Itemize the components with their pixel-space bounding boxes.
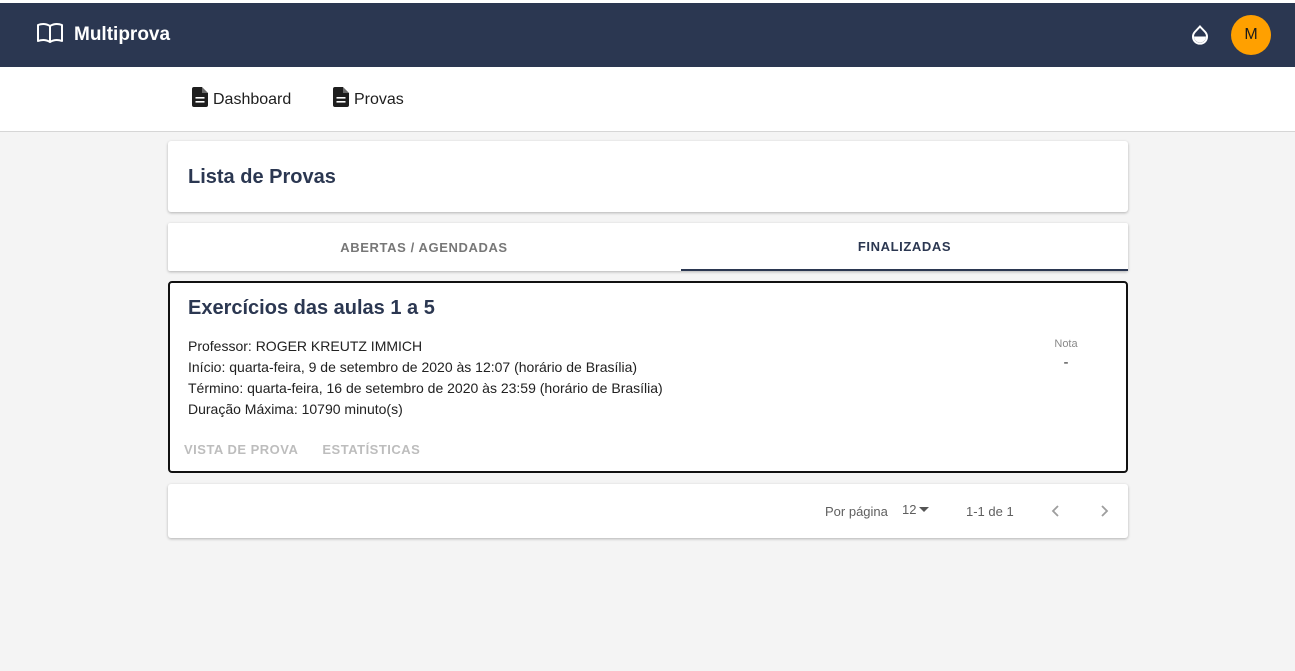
pagination-bar: Por página 12 1-1 de 1	[168, 484, 1128, 538]
document-icon	[333, 87, 354, 112]
grade-value: -	[1063, 354, 1069, 371]
exam-title: Exercícios das aulas 1 a 5	[188, 297, 435, 319]
water-drop-icon[interactable]	[1189, 24, 1211, 46]
exam-end: Término: quarta-feira, 16 de setembro de…	[188, 380, 663, 396]
exam-tabs: ABERTAS / AGENDADAS FINALIZADAS	[168, 223, 1128, 271]
topbar-actions: M	[1189, 15, 1271, 55]
page-title-card: Lista de Provas	[168, 141, 1128, 212]
page-title: Lista de Provas	[188, 166, 336, 188]
nav-item-dashboard[interactable]: Dashboard	[192, 87, 291, 112]
exam-duration: Duração Máxima: 10790 minuto(s)	[188, 401, 403, 417]
avatar[interactable]: M	[1231, 15, 1271, 55]
nav-item-label: Provas	[354, 90, 404, 108]
chevron-right-icon[interactable]	[1093, 500, 1115, 522]
exam-card[interactable]: Exercícios das aulas 1 a 5 Professor: RO…	[168, 281, 1128, 473]
tab-abertas-agendadas[interactable]: ABERTAS / AGENDADAS	[168, 223, 680, 271]
exam-details: Professor: ROGER KREUTZ IMMICH Início: q…	[188, 336, 663, 420]
exam-start: Início: quarta-feira, 9 de setembro de 2…	[188, 359, 638, 375]
per-page-label: Por página	[825, 504, 888, 519]
per-page-value: 12	[902, 502, 917, 517]
view-exam-button[interactable]: VISTA DE PROVA	[184, 442, 298, 457]
exam-professor: Professor: ROGER KREUTZ IMMICH	[188, 338, 423, 354]
caret-down-icon	[919, 507, 930, 512]
avatar-initial: M	[1244, 26, 1258, 43]
document-icon	[192, 87, 213, 112]
nav-item-provas[interactable]: Provas	[333, 87, 404, 112]
page-range: 1-1 de 1	[966, 504, 1014, 519]
main-nav: Dashboard Provas	[0, 67, 1295, 132]
top-app-bar: Multiprova M	[0, 0, 1295, 67]
exam-grade: Nota -	[1046, 338, 1086, 371]
tab-finalizadas[interactable]: FINALIZADAS	[681, 223, 1128, 271]
app-title: Multiprova	[74, 24, 171, 45]
book-open-icon	[37, 22, 63, 49]
nav-item-label: Dashboard	[213, 90, 292, 108]
per-page-select[interactable]: 12	[902, 502, 930, 517]
statistics-button[interactable]: ESTATÍSTICAS	[322, 442, 420, 457]
exam-actions: VISTA DE PROVA ESTATÍSTICAS	[184, 442, 444, 457]
chevron-left-icon[interactable]	[1045, 500, 1067, 522]
brand[interactable]: Multiprova	[37, 22, 170, 49]
grade-label: Nota	[1054, 338, 1078, 350]
